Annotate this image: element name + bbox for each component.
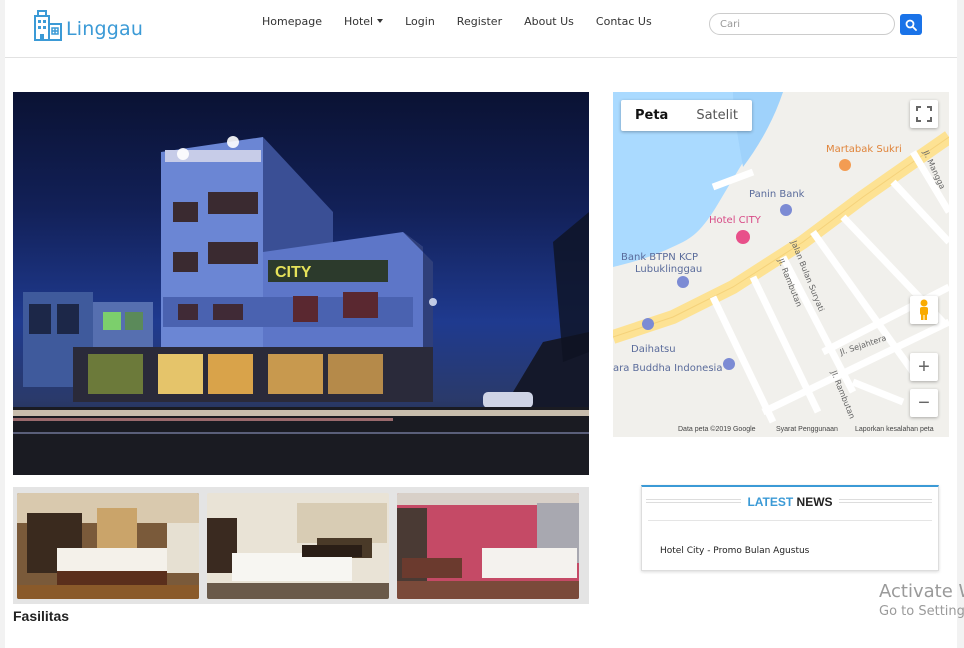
zoom-in-button[interactable]: +	[910, 353, 938, 381]
zoom-out-button[interactable]: −	[910, 389, 938, 417]
google-map[interactable]: Martabak Sukri Panin Bank Hotel CITY Ban…	[613, 92, 949, 437]
map-report-link[interactable]: Laporkan kesalahan peta	[855, 426, 934, 433]
divider	[648, 520, 932, 521]
map-type-tabs: Peta Satelit	[621, 100, 752, 131]
search-input[interactable]	[709, 13, 895, 35]
map-data-credit: Data peta ©2019 Google	[678, 426, 756, 433]
nav-login[interactable]: Login	[405, 15, 435, 28]
street-view-button[interactable]	[910, 296, 938, 324]
nav-register[interactable]: Register	[457, 15, 502, 28]
nav-hotel-dropdown[interactable]: Hotel	[343, 15, 384, 28]
search-icon	[905, 19, 917, 31]
watermark-line-1: Activate W	[879, 581, 964, 602]
room-thumbnail[interactable]	[207, 493, 389, 599]
hotel-city-sign: CITY	[275, 264, 312, 281]
tab-satelit[interactable]: Satelit	[682, 100, 752, 131]
map-label-daihatsu: Daihatsu	[631, 344, 676, 355]
nav-homepage[interactable]: Homepage	[262, 15, 322, 28]
map-label-panin: Panin Bank	[749, 189, 805, 200]
nav-about-us[interactable]: About Us	[524, 15, 574, 28]
news-heading: LATEST NEWS	[642, 495, 938, 509]
map-canvas: Martabak Sukri Panin Bank Hotel CITY Ban…	[613, 92, 949, 437]
thumbnail-gallery	[13, 487, 589, 604]
nav-contact-us[interactable]: Contac Us	[596, 15, 652, 28]
news-item[interactable]: Hotel City - Promo Bulan Agustus	[660, 546, 809, 556]
map-label-btpn-city: Lubuklinggau	[635, 264, 702, 275]
pegman-icon	[920, 299, 928, 320]
tab-peta[interactable]: Peta	[621, 100, 682, 131]
hotel-building-illustration: CITY	[13, 136, 589, 475]
latest-news-panel: LATEST NEWS Hotel City - Promo Bulan Agu…	[641, 485, 939, 571]
caret-down-icon	[377, 19, 384, 23]
building-icon	[33, 10, 63, 47]
page: Linggau Homepage Hotel Login Register Ab…	[5, 0, 957, 648]
map-label-martabak: Martabak Sukri	[826, 144, 902, 155]
watermark-line-2: Go to Setting	[879, 604, 964, 619]
navbar: Linggau Homepage Hotel Login Register Ab…	[5, 0, 957, 58]
fullscreen-icon	[916, 106, 932, 122]
main-nav: Homepage Hotel Login Register About Us C…	[262, 15, 674, 28]
hotel-main-photo[interactable]: CITY	[13, 92, 589, 475]
news-heading-highlight: LATEST	[747, 495, 794, 509]
section-title-fasilitas: Fasilitas	[13, 608, 70, 624]
nav-hotel-label: Hotel	[343, 15, 374, 28]
news-heading-rest: NEWS	[793, 495, 833, 509]
room-thumbnail[interactable]	[17, 493, 199, 599]
map-terms-link[interactable]: Syarat Penggunaan	[776, 426, 838, 433]
search-button[interactable]	[900, 14, 922, 35]
map-label-vihara: ara Buddha Indonesia	[613, 363, 722, 374]
brand-name: Linggau	[66, 17, 144, 40]
fullscreen-button[interactable]	[910, 100, 938, 128]
windows-activation-watermark: Activate W Go to Setting	[879, 581, 964, 619]
map-label-hotel-city: Hotel CITY	[709, 215, 762, 226]
brand-logo[interactable]: Linggau	[33, 10, 143, 47]
map-footer: Google Data peta ©2019 Google Syarat Pen…	[613, 421, 949, 437]
room-thumbnail[interactable]	[397, 493, 579, 599]
map-label-btpn: Bank BTPN KCP	[621, 252, 698, 263]
